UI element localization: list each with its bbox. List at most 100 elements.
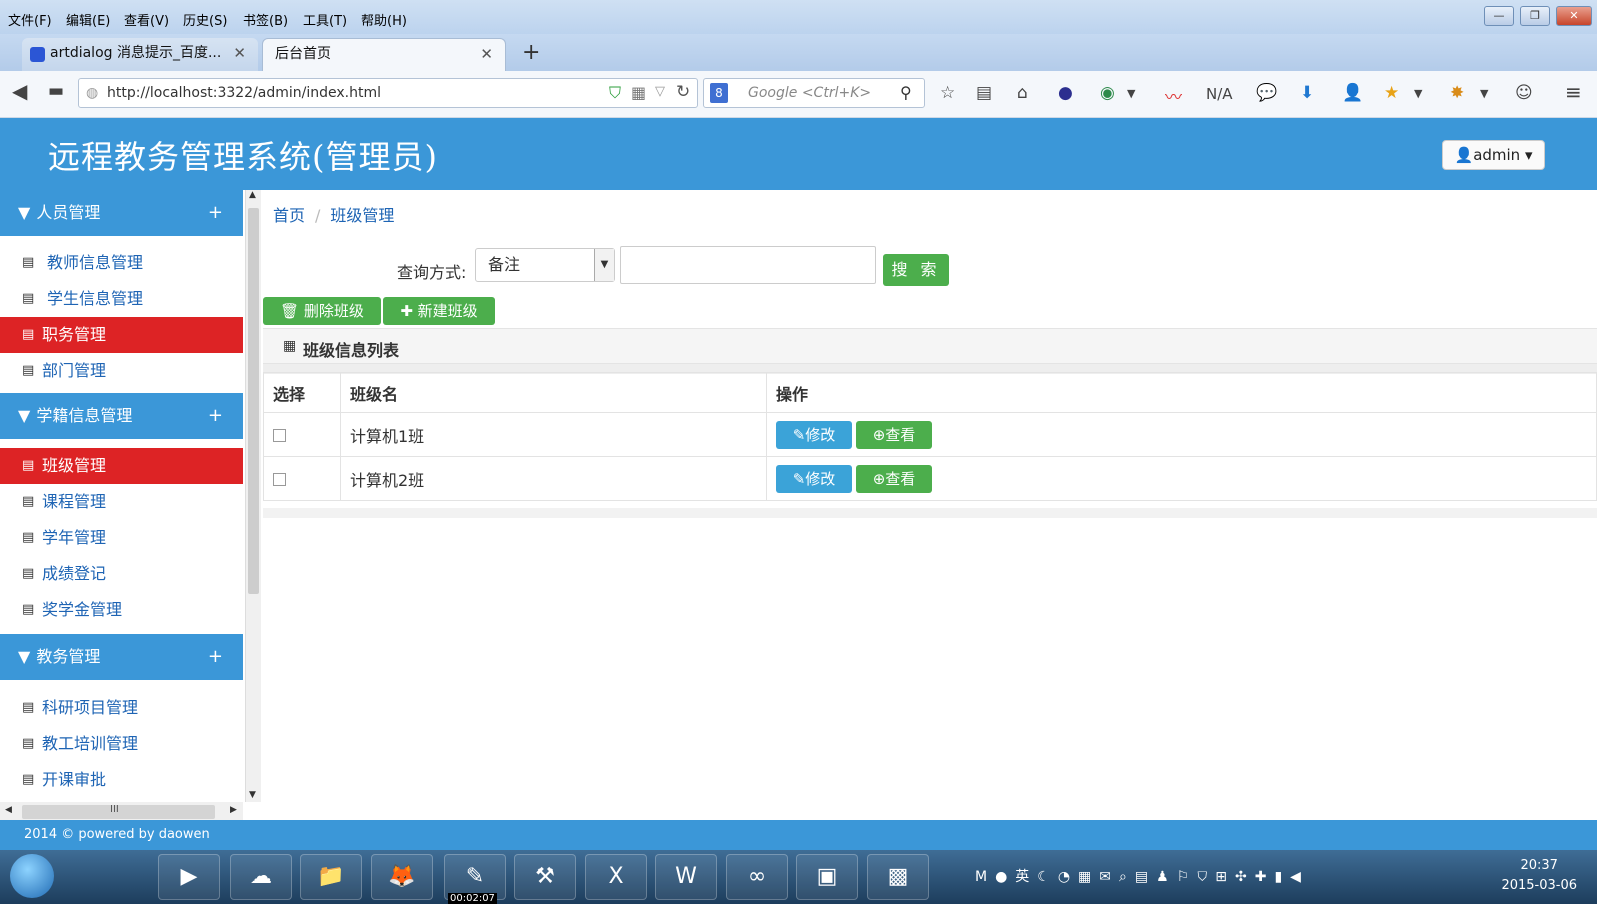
view-button[interactable]: ⊕查看 [856,464,932,493]
dropdown-icon[interactable]: ▼ [1480,87,1488,100]
extension-circle-icon[interactable]: ● [1058,83,1073,103]
sidebar-item-scholarship[interactable]: ▤ 奖学金管理 [0,592,243,628]
sidebar-item-research[interactable]: ▤ 科研项目管理 [0,690,243,726]
favorite-star-icon[interactable]: ★ [1384,83,1399,103]
search-button[interactable]: 搜 索 [883,254,949,286]
query-type-select[interactable]: 备注 ▼ [475,248,615,282]
menu-bookmarks[interactable]: 书签(B) [243,10,288,29]
edit-button[interactable]: ✎修改 [776,464,852,493]
dropdown-icon[interactable]: ▼ [1414,87,1422,100]
search-icon[interactable]: ⚲ [900,83,912,102]
start-button[interactable] [10,854,54,898]
minimize-button[interactable]: — [1484,6,1514,26]
scrollbar-thumb[interactable] [248,208,259,594]
taskbar-image-icon[interactable]: ▩ [867,854,929,900]
row-checkbox[interactable] [273,473,286,486]
google-search-engine-icon[interactable]: 8 [710,83,728,103]
sidebar-item-school-year[interactable]: ▤ 学年管理 [0,520,243,556]
taskbar-word-icon[interactable]: W [655,854,717,900]
feedback-icon[interactable]: ☺ [1515,83,1533,103]
scroll-left-arrow-icon[interactable]: ◀ [5,805,12,815]
item-label: 教工培训管理 [42,734,139,753]
sidebar-item-position[interactable]: ▤ 职务管理 [0,317,243,353]
taskbar-clock[interactable]: 20:37 2015-03-06 [1501,856,1577,896]
close-window-button[interactable]: ✕ [1556,6,1592,26]
taskbar-explorer-icon[interactable]: 📁 [300,854,362,900]
restore-button[interactable]: ❐ [1520,6,1550,26]
na-indicator[interactable]: N/A [1206,85,1233,103]
breadcrumb-home[interactable]: 首页 [273,206,305,225]
edit-button[interactable]: ✎修改 [776,420,852,449]
graph-icon[interactable]: 〰 [1165,83,1182,108]
menu-tools[interactable]: 工具(T) [303,10,347,29]
expand-plus-icon[interactable]: + [208,190,223,236]
scroll-right-arrow-icon[interactable]: ▶ [230,805,237,815]
create-class-button[interactable]: ✚ 新建班级 [383,297,495,325]
dropdown-arrow-icon[interactable]: ▼ [594,249,614,281]
tab-artdialog[interactable]: artdialog 消息提示_百度... ✕ [22,38,258,71]
back-icon[interactable]: ◀ [12,79,27,103]
user-icon: 👤 [1454,146,1474,164]
system-tray[interactable]: M●英☾◔▦✉⌕▤♟⚐⛉⊞✣✚▮◀ [975,866,1309,886]
dropdown-icon[interactable]: ▽ [655,84,665,99]
scroll-down-arrow-icon[interactable]: ▼ [249,790,256,800]
qrcode-icon[interactable]: ▦ [631,83,646,102]
sidebar-section-personnel[interactable]: ▼ 人员管理 + [0,190,243,236]
class-table: 选择 班级名 操作 计算机1班 ✎修改 ⊕查看 计算机2班 ✎修改 ⊕查看 [263,372,1597,501]
download-icon[interactable]: ⬇ [1300,83,1314,103]
taskbar-tools-icon[interactable]: ⚒ [514,854,576,900]
menu-edit[interactable]: 编辑(E) [66,10,110,29]
taskbar-visual-studio-icon[interactable]: ∞ [726,854,788,900]
taskbar-excel-icon[interactable]: X [585,854,647,900]
hamburger-menu-icon[interactable]: ≡ [1565,80,1582,104]
taskbar-cloud-icon[interactable]: ☁ [230,854,292,900]
row-checkbox[interactable] [273,429,286,442]
taskbar-media-player-icon[interactable]: ▶ [158,854,220,900]
extension-globe-icon[interactable]: ◉ [1100,83,1115,103]
breadcrumb-current[interactable]: 班级管理 [330,206,394,225]
sidebar-item-student-info[interactable]: ▤ 学生信息管理 [0,281,243,317]
chat-bubble-icon[interactable]: 💬 [1256,83,1277,103]
menu-history[interactable]: 历史(S) [183,10,227,29]
bookmark-star-icon[interactable]: ☆ [940,83,955,103]
expand-plus-icon[interactable]: + [208,393,223,439]
delete-class-button[interactable]: 🗑 删除班级 [263,297,381,325]
taskbar-window-icon[interactable]: ▣ [796,854,858,900]
sidebar-section-enrollment[interactable]: ▼ 学籍信息管理 + [0,393,243,439]
sidebar-item-course[interactable]: ▤ 课程管理 [0,484,243,520]
sidebar-vertical-scrollbar[interactable]: ▲ ▼ [245,190,261,802]
home-icon[interactable]: ⌂ [1017,83,1028,103]
sidebar-item-department[interactable]: ▤ 部门管理 [0,353,243,389]
menu-help[interactable]: 帮助(H) [361,10,407,29]
reading-list-icon[interactable]: ▤ [976,83,992,103]
sidebar-item-grades[interactable]: ▤ 成绩登记 [0,556,243,592]
sidebar-item-staff-training[interactable]: ▤ 教工培训管理 [0,726,243,762]
sidebar-item-teacher-info[interactable]: ▤ 教师信息管理 [0,245,243,281]
close-tab-icon[interactable]: ✕ [233,38,246,68]
scrollbar-thumb[interactable]: III [22,804,215,819]
tab-admin-home[interactable]: 后台首页 ✕ [262,38,506,71]
taskbar-firefox-icon[interactable]: 🦊 [371,854,433,900]
scroll-up-arrow-icon[interactable]: ▲ [249,190,256,200]
menu-view[interactable]: 查看(V) [124,10,169,29]
search-bar[interactable]: 8 Google <Ctrl+K> ⚲ [703,78,925,108]
sidebar-section-academic-affairs[interactable]: ▼ 教务管理 + [0,634,243,680]
menu-file[interactable]: 文件(F) [8,10,52,29]
sidebar-item-course-approval[interactable]: ▤ 开课审批 [0,762,243,798]
close-tab-icon[interactable]: ✕ [480,39,493,69]
user-icon[interactable]: 👤 [1342,83,1363,103]
pinwheel-icon[interactable]: ✸ [1450,83,1464,103]
sidebar-item-class[interactable]: ▤ 班级管理 [0,448,243,484]
view-button[interactable]: ⊕查看 [856,420,932,449]
reload-icon[interactable]: ↻ [676,82,690,102]
address-bar[interactable]: ◍ http://localhost:3322/admin/index.html… [78,78,698,108]
folder-icon[interactable]: ▬ [48,81,64,101]
query-input[interactable] [620,246,876,284]
admin-dropdown-button[interactable]: 👤admin ▾ [1442,140,1545,170]
new-tab-icon[interactable]: + [522,40,540,65]
list-icon: ▤ [22,602,35,617]
expand-plus-icon[interactable]: + [208,634,223,680]
shield-icon[interactable]: ⛉ [609,83,621,103]
sidebar-horizontal-scrollbar[interactable]: ◀ III ▶ [0,802,243,822]
dropdown-icon[interactable]: ▼ [1127,87,1135,100]
